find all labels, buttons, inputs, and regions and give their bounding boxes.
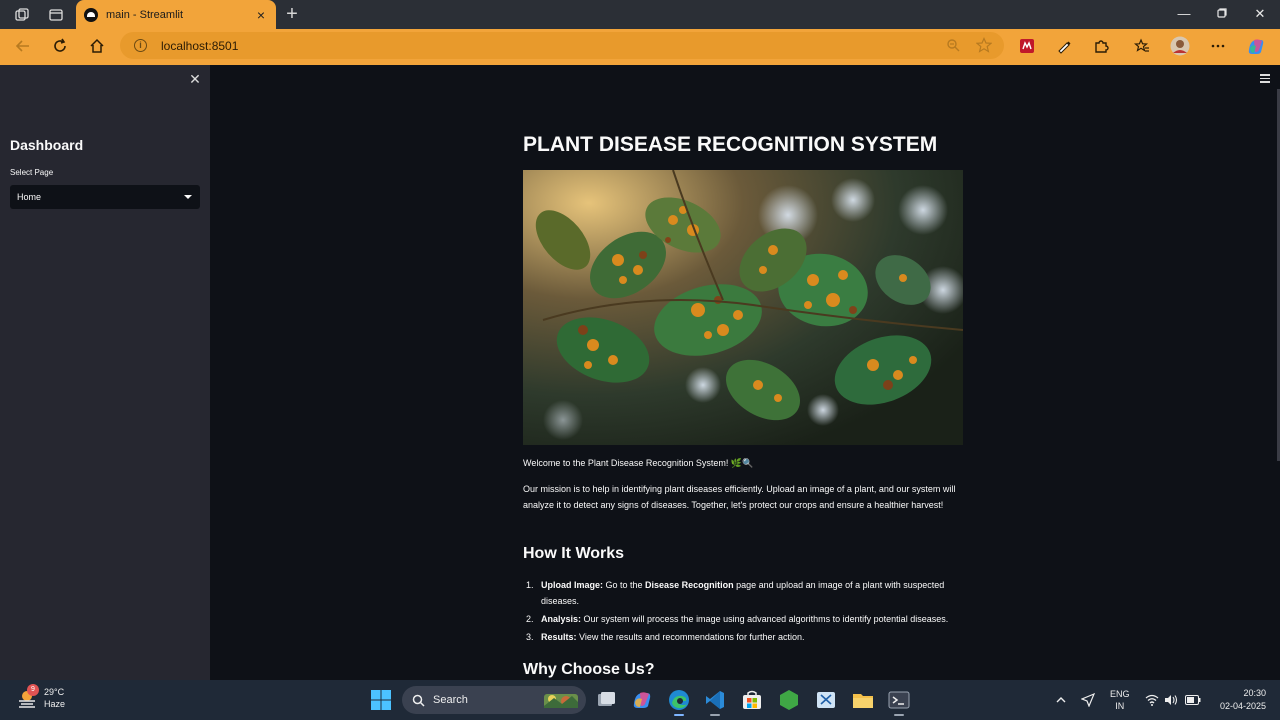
location-arrow-icon[interactable] bbox=[1081, 680, 1095, 720]
browser-toolbar: i localhost:8501 bbox=[0, 29, 1280, 62]
tab-title: main - Streamlit bbox=[106, 8, 184, 21]
streamlit-favicon-icon bbox=[84, 7, 98, 22]
weather-haze-icon: 9 bbox=[16, 684, 39, 709]
terminal-icon[interactable] bbox=[888, 689, 910, 716]
language-indicator[interactable]: ENG IN bbox=[1110, 680, 1130, 720]
list-item: 1. Upload Image: Go to the Disease Recog… bbox=[526, 580, 945, 606]
zoom-icon[interactable] bbox=[946, 38, 960, 57]
new-tab-button[interactable]: + bbox=[282, 3, 302, 25]
extension-red-icon[interactable] bbox=[1016, 35, 1038, 57]
system-clock[interactable]: 20:30 02-04-2025 bbox=[1220, 687, 1266, 713]
search-icon bbox=[412, 694, 425, 707]
extensions-puzzle-icon[interactable] bbox=[1090, 35, 1112, 57]
url-text: localhost:8501 bbox=[161, 38, 239, 53]
site-info-icon[interactable]: i bbox=[134, 39, 147, 52]
nodejs-icon[interactable] bbox=[778, 689, 800, 711]
back-icon[interactable] bbox=[12, 35, 34, 57]
file-explorer-icon[interactable] bbox=[852, 689, 874, 711]
page-select[interactable]: Home bbox=[10, 185, 200, 209]
chevron-down-icon bbox=[184, 195, 192, 199]
language-line1: ENG bbox=[1110, 689, 1130, 699]
extension-pen-icon[interactable] bbox=[1053, 35, 1075, 57]
taskbar: 9 29°C Haze Search ENG IN 20:30 02-04-20… bbox=[0, 680, 1280, 720]
clock-date: 02-04-2025 bbox=[1219, 701, 1266, 711]
copilot-icon[interactable] bbox=[1245, 35, 1267, 57]
copilot-app-icon[interactable] bbox=[631, 689, 653, 711]
vscode-icon[interactable] bbox=[704, 689, 726, 716]
language-line2: IN bbox=[1115, 701, 1125, 711]
weather-temp: 29°C bbox=[44, 687, 65, 697]
battery-icon[interactable] bbox=[1185, 680, 1201, 720]
weather-widget[interactable]: 9 29°C Haze bbox=[16, 684, 66, 710]
minimize-button[interactable]: — bbox=[1173, 4, 1195, 24]
start-windows-icon[interactable] bbox=[370, 689, 392, 711]
taskbar-search[interactable]: Search bbox=[402, 686, 586, 714]
welcome-text: Welcome to the Plant Disease Recognition… bbox=[523, 458, 754, 468]
show-hidden-icons-chevron-up-icon[interactable] bbox=[1055, 680, 1067, 720]
step-label: Analysis: bbox=[541, 614, 582, 624]
select-page-label: Select Page bbox=[10, 168, 54, 177]
address-bar[interactable]: i localhost:8501 bbox=[120, 32, 1004, 59]
edge-browser-icon[interactable] bbox=[668, 689, 690, 716]
sidebar-title: Dashboard bbox=[10, 137, 84, 153]
page-select-value: Home bbox=[17, 192, 42, 202]
favorite-star-icon[interactable] bbox=[975, 37, 993, 58]
step-label: Upload Image: bbox=[541, 580, 604, 590]
snipping-tool-icon[interactable] bbox=[815, 689, 837, 711]
search-highlight-icon bbox=[544, 694, 578, 708]
tab-streamlit[interactable]: main - Streamlit × bbox=[76, 0, 276, 29]
maximize-button[interactable] bbox=[1211, 4, 1233, 24]
page-title: PLANT DISEASE RECOGNITION SYSTEM bbox=[523, 133, 938, 156]
tab-close-icon[interactable]: × bbox=[254, 7, 268, 23]
sidebar: ✕ Dashboard Select Page Home bbox=[0, 65, 210, 680]
search-label: Search bbox=[433, 694, 468, 706]
favorites-icon[interactable] bbox=[1131, 35, 1153, 57]
more-options-icon[interactable] bbox=[1207, 35, 1229, 57]
why-choose-us-heading: Why Choose Us? bbox=[523, 661, 655, 678]
clock-time: 20:30 bbox=[1243, 688, 1266, 698]
browser-tab-bar: main - Streamlit × + — ✕ bbox=[0, 0, 1280, 29]
task-view-icon[interactable] bbox=[595, 689, 617, 711]
hero-image-diseased-leaves bbox=[523, 170, 963, 445]
weather-badge: 9 bbox=[27, 684, 39, 696]
home-icon[interactable] bbox=[86, 35, 108, 57]
how-it-works-heading: How It Works bbox=[523, 545, 625, 562]
list-item: 2. Analysis: Our system will process the… bbox=[526, 614, 949, 624]
refresh-icon[interactable] bbox=[49, 35, 71, 57]
volume-icon[interactable] bbox=[1164, 680, 1178, 720]
weather-desc: Haze bbox=[44, 699, 66, 709]
sidebar-close-icon[interactable]: ✕ bbox=[188, 71, 202, 88]
microsoft-store-icon[interactable] bbox=[741, 689, 763, 711]
workspaces-icon[interactable] bbox=[12, 5, 32, 25]
step-label: Results: bbox=[541, 632, 577, 642]
profile-avatar-icon[interactable] bbox=[1169, 35, 1191, 57]
tab-actions-icon[interactable] bbox=[46, 5, 66, 25]
main-menu-icon[interactable] bbox=[1260, 74, 1270, 85]
mission-paragraph: Our mission is to help in identifying pl… bbox=[523, 484, 956, 510]
step-link-text: Disease Recognition bbox=[645, 580, 734, 590]
list-item: 3. Results: View the results and recomme… bbox=[526, 632, 805, 642]
wifi-icon[interactable] bbox=[1145, 680, 1159, 720]
close-window-button[interactable]: ✕ bbox=[1249, 4, 1271, 24]
main-content: PLANT DISEASE RECOGNITION SYSTEM Welcome… bbox=[210, 65, 1280, 680]
